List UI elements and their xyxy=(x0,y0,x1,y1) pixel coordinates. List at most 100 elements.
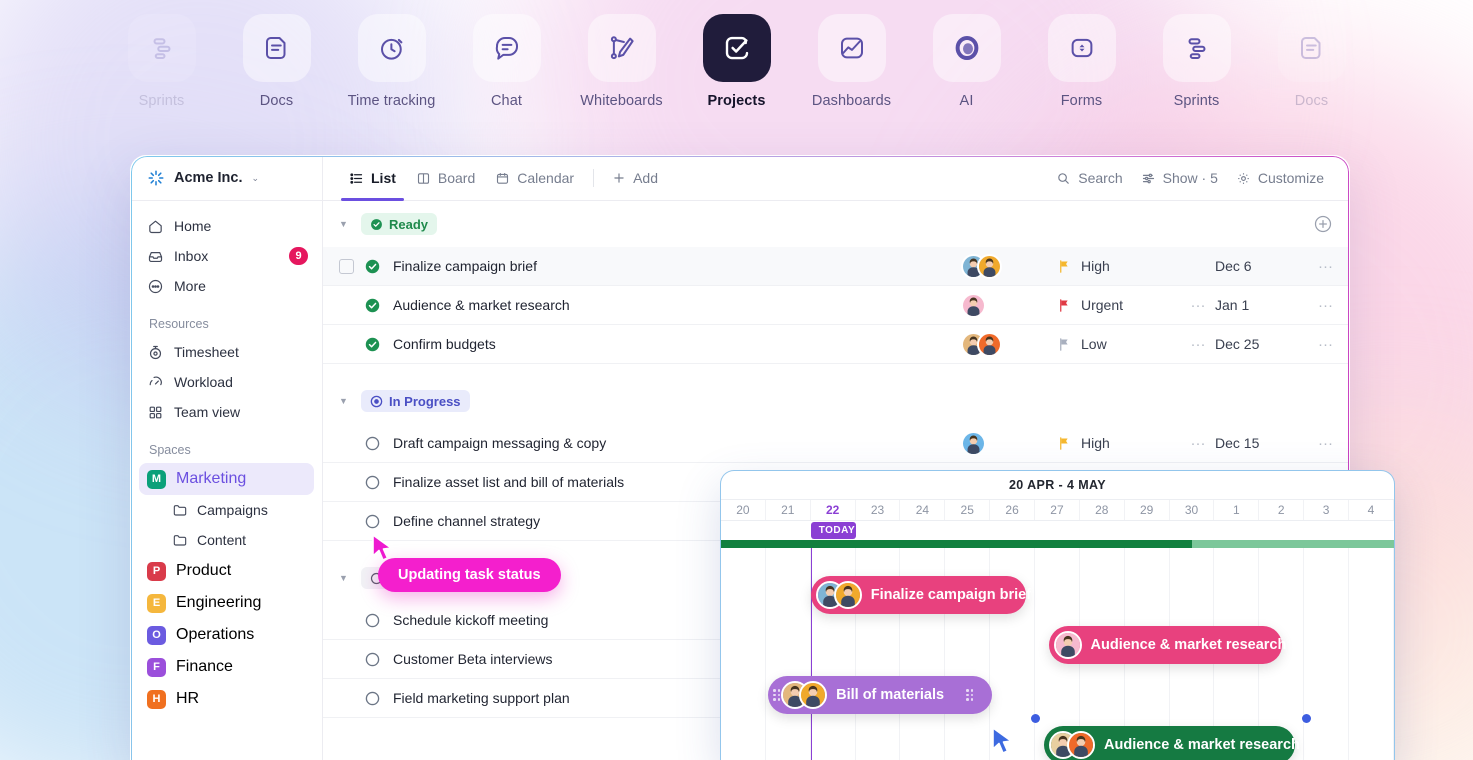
task-status-icon[interactable] xyxy=(364,336,381,353)
space-child-campaigns[interactable]: Campaigns xyxy=(139,495,314,525)
dashboard-icon xyxy=(817,14,886,82)
row-checkbox[interactable] xyxy=(339,258,354,274)
gantt-bar-label: Audience & market research xyxy=(1104,737,1300,753)
app-tile-ai[interactable]: AI xyxy=(909,14,1024,109)
gantt-day-24: 24 xyxy=(900,500,946,520)
table-row[interactable]: Draft campaign messaging & copy High ··· De… xyxy=(323,424,1349,463)
row-more-icon[interactable]: ··· xyxy=(1305,258,1333,275)
gantt-bar-grip-left[interactable] xyxy=(773,689,781,701)
app-tile-time-tracking[interactable]: Time tracking xyxy=(334,14,449,109)
app-tile-docs[interactable]: Docs xyxy=(1254,14,1369,109)
task-status-icon[interactable] xyxy=(364,612,381,629)
task-status-icon[interactable] xyxy=(364,690,381,707)
task-assignees[interactable] xyxy=(961,430,1057,456)
app-tile-forms[interactable]: Forms xyxy=(1024,14,1139,109)
sidebar-item-workload[interactable]: Workload xyxy=(139,367,314,397)
group-header-ready[interactable]: ▼ Ready xyxy=(323,201,1349,247)
app-tile-projects[interactable]: Projects xyxy=(679,14,794,109)
row-more-icon[interactable]: ··· xyxy=(1305,435,1333,452)
group-status-pill[interactable]: In Progress xyxy=(361,390,470,412)
app-tile-dashboards[interactable]: Dashboards xyxy=(794,14,909,109)
tab-board[interactable]: Board xyxy=(406,156,485,201)
toolbar-search-button[interactable]: Search xyxy=(1047,163,1131,193)
tab-calendar[interactable]: Calendar xyxy=(485,156,584,201)
task-due-date[interactable]: Jan 1 xyxy=(1215,297,1305,313)
dependency-dot[interactable] xyxy=(1030,714,1040,723)
task-due-date[interactable]: Dec 15 xyxy=(1215,435,1305,451)
workspace-name: Acme Inc. xyxy=(174,170,243,186)
space-child-content[interactable]: Content xyxy=(139,525,314,555)
sidebar-item-timesheet[interactable]: Timesheet xyxy=(139,337,314,367)
gantt-day-22: 22 xyxy=(811,500,856,520)
app-tile-label: Whiteboards xyxy=(580,93,663,109)
task-status-icon[interactable] xyxy=(364,435,381,452)
caret-down-icon[interactable]: ▼ xyxy=(339,219,351,229)
app-tile-docs[interactable]: Docs xyxy=(219,14,334,109)
caret-down-icon[interactable]: ▼ xyxy=(339,573,351,583)
space-item-engineering[interactable]: E Engineering xyxy=(139,587,314,619)
app-tile-label: Chat xyxy=(490,93,523,109)
priority-overflow-dots[interactable]: ··· xyxy=(1181,336,1215,353)
app-tile-label: Docs xyxy=(259,93,294,109)
space-label: Marketing xyxy=(176,470,247,487)
tab-list[interactable]: List xyxy=(339,156,406,201)
gantt-bar[interactable]: Audience & market research xyxy=(1044,726,1300,760)
table-row[interactable]: Audience & market research Urgent ··· Jan 1… xyxy=(323,286,1349,325)
gantt-bar[interactable]: Finalize campaign brief xyxy=(810,576,1031,614)
today-chip: TODAY xyxy=(810,522,856,539)
dependency-dot[interactable] xyxy=(1302,714,1312,723)
list-icon xyxy=(349,171,364,186)
task-assignees[interactable] xyxy=(961,253,1057,279)
space-item-finance[interactable]: F Finance xyxy=(139,651,314,683)
gantt-day-23: 23 xyxy=(856,500,901,520)
task-priority[interactable]: High xyxy=(1057,258,1181,274)
task-status-icon[interactable] xyxy=(364,651,381,668)
sidebar-item-home[interactable]: Home xyxy=(139,211,314,241)
search-icon xyxy=(1056,171,1071,186)
space-item-hr[interactable]: H HR xyxy=(139,683,314,715)
row-more-icon[interactable]: ··· xyxy=(1305,336,1333,353)
forms-icon xyxy=(1047,14,1116,82)
toolbar-show-button[interactable]: Show · 5 xyxy=(1132,163,1227,193)
workspace-switcher[interactable]: Acme Inc. ⌄ xyxy=(131,156,322,201)
space-label: Engineering xyxy=(176,594,262,611)
sidebar-item-team-view[interactable]: Team view xyxy=(139,397,314,427)
sidebar-item-more[interactable]: More xyxy=(139,271,314,301)
caret-down-icon[interactable]: ▼ xyxy=(339,396,351,406)
sidebar-item-inbox[interactable]: Inbox 9 xyxy=(139,241,314,271)
gantt-bar[interactable]: Audience & market research xyxy=(1048,626,1286,664)
task-priority[interactable]: Low xyxy=(1057,336,1181,352)
table-row[interactable]: Confirm budgets Low ··· Dec 25 ··· xyxy=(323,325,1349,364)
task-status-icon[interactable] xyxy=(364,513,381,530)
row-more-icon[interactable]: ··· xyxy=(1305,297,1333,314)
app-tile-sprints[interactable]: Sprints xyxy=(104,14,219,109)
task-due-date[interactable]: Dec 25 xyxy=(1215,336,1305,352)
app-tile-chat[interactable]: Chat xyxy=(449,14,564,109)
space-item-marketing[interactable]: M Marketing xyxy=(139,463,314,495)
calendar-icon xyxy=(495,171,510,186)
task-status-icon[interactable] xyxy=(364,474,381,491)
group-header-in-progress[interactable]: ▼ In Progress xyxy=(323,378,1349,424)
space-item-product[interactable]: P Product xyxy=(139,555,314,587)
toolbar-customize-button[interactable]: Customize xyxy=(1227,163,1333,193)
task-priority[interactable]: High xyxy=(1057,435,1181,451)
group-status-pill[interactable]: Ready xyxy=(361,213,438,235)
priority-overflow-dots[interactable]: ··· xyxy=(1181,297,1215,314)
gantt-bar[interactable]: Bill of materials xyxy=(768,676,993,714)
app-tile-whiteboards[interactable]: Whiteboards xyxy=(564,14,679,109)
task-priority[interactable]: Urgent xyxy=(1057,297,1181,313)
task-status-icon[interactable] xyxy=(364,258,381,275)
priority-overflow-dots[interactable]: ··· xyxy=(1181,435,1215,452)
gantt-today-row: TODAY xyxy=(721,521,1394,540)
task-assignees[interactable] xyxy=(961,331,1057,357)
table-row[interactable]: Finalize campaign brief High Dec 6 ··· xyxy=(323,247,1349,286)
app-tile-sprints[interactable]: Sprints xyxy=(1139,14,1254,109)
add-task-icon[interactable] xyxy=(1313,214,1333,234)
space-item-operations[interactable]: O Operations xyxy=(139,619,314,651)
task-assignees[interactable] xyxy=(961,292,1057,318)
gantt-bar-grip-right[interactable] xyxy=(966,689,974,701)
task-due-date[interactable]: Dec 6 xyxy=(1215,258,1305,274)
priority-label: Urgent xyxy=(1081,297,1124,313)
task-status-icon[interactable] xyxy=(364,297,381,314)
add-view-button[interactable]: Add xyxy=(603,163,667,193)
